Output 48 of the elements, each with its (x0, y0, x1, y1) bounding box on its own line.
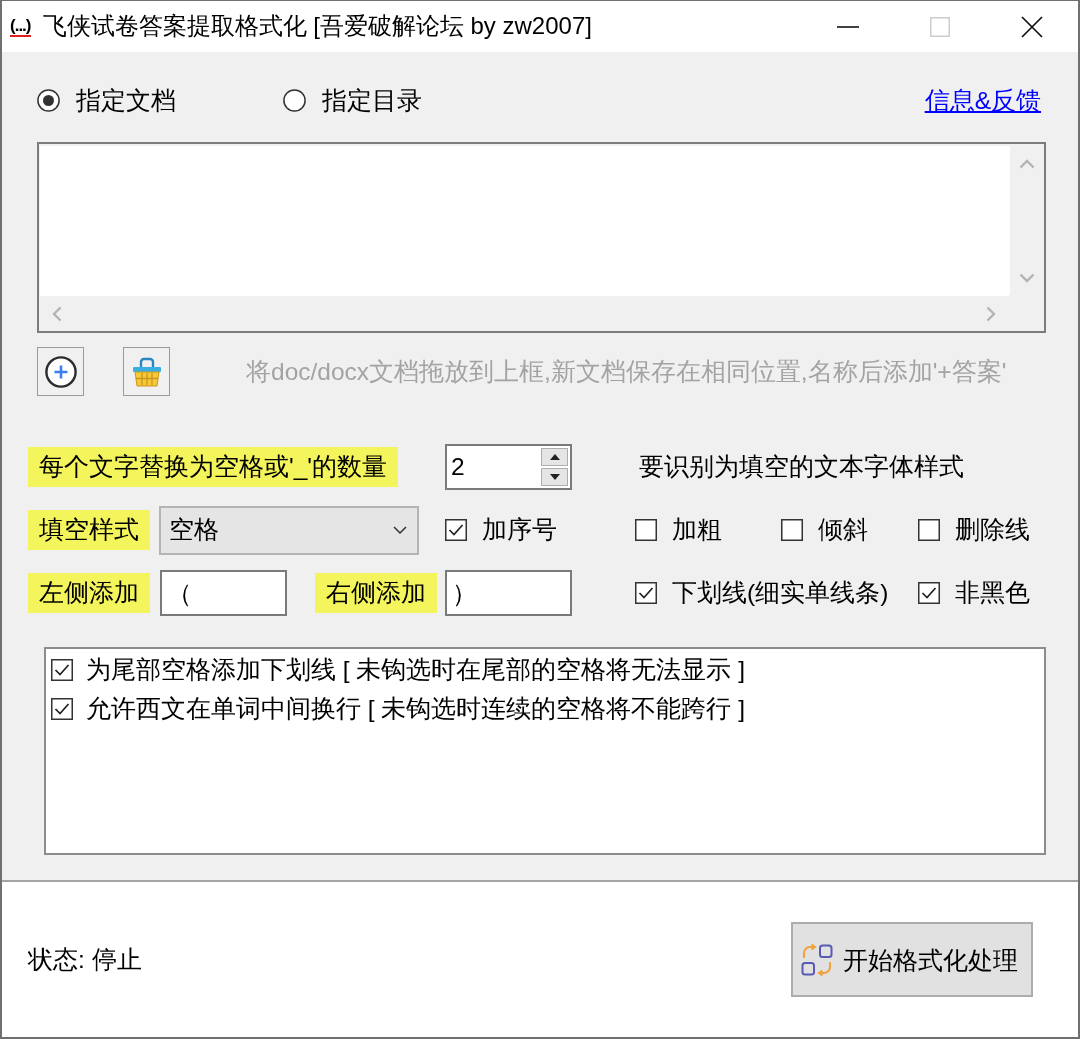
spin-down-button[interactable] (541, 468, 568, 486)
checkbox[interactable] (635, 582, 657, 604)
checkbox[interactable] (51, 658, 73, 681)
radio-label[interactable]: 指定目录 (322, 86, 422, 116)
checkbox-label[interactable]: 加粗 (672, 515, 722, 545)
minimize-icon (837, 25, 859, 28)
checkbox-label[interactable]: 删除线 (955, 515, 1030, 545)
radio-button[interactable] (37, 89, 60, 113)
checkbox-label[interactable]: 非黑色 (955, 578, 1030, 608)
text-field[interactable]: ） (445, 570, 572, 616)
maximize-icon (930, 16, 950, 37)
checkbox-label[interactable]: 为尾部空格添加下划线 [ 未钩选时在尾部的空格将无法显示 ] (86, 654, 746, 685)
checkbox-label[interactable]: 倾斜 (818, 515, 868, 545)
field-label: 每个文字替换为空格或'_'的数量 (28, 447, 398, 487)
close-icon (1021, 15, 1043, 38)
field-label: 左侧添加 (28, 573, 150, 613)
field-label: 填空样式 (28, 510, 150, 550)
hint-text: 将doc/docx文档拖放到上框,新文档保存在相同位置,名称后添加'+答案' (246, 356, 1007, 387)
checkbox-label[interactable]: 加序号 (482, 515, 557, 545)
checkbox-label[interactable]: 下划线(细实单线条) (672, 578, 889, 608)
down-triangle-icon (549, 474, 560, 480)
add-button[interactable] (37, 347, 84, 396)
start-button[interactable]: 开始格式化处理 (791, 922, 1033, 997)
window-title: 飞侠试卷答案提取格式化 [吾爱破解论坛 by zw2007] (42, 12, 592, 41)
checkbox-label[interactable]: 允许西文在单词中间换行 [ 未钩选时连续的空格将不能跨行 ] (86, 693, 746, 724)
checkbox[interactable] (918, 519, 940, 541)
status-text: 状态: 停止 (28, 944, 142, 975)
sync-squares-icon (801, 943, 833, 976)
feedback-link[interactable]: 信息&反馈 (924, 86, 1041, 116)
checkbox[interactable] (635, 519, 657, 541)
basket-icon (130, 355, 163, 388)
number-spinner[interactable]: 2 (445, 444, 572, 490)
checkbox[interactable] (918, 582, 940, 604)
field-label: 右侧添加 (315, 573, 437, 613)
section-heading: 要识别为填空的文本字体样式 (638, 452, 965, 482)
checkbox[interactable] (781, 519, 803, 541)
radio-button[interactable] (283, 89, 306, 113)
radio-label[interactable]: 指定文档 (76, 86, 176, 116)
fill-style-dropdown[interactable]: 空格 (159, 505, 419, 555)
app-logo: (...) (10, 15, 31, 38)
up-triangle-icon (549, 454, 560, 460)
checkbox[interactable] (445, 519, 467, 541)
clear-button[interactable] (123, 347, 170, 396)
spin-up-button[interactable] (541, 448, 568, 466)
plus-circle-icon (44, 355, 77, 388)
chevron-down-icon (393, 526, 407, 534)
text-field[interactable]: （ (160, 570, 287, 616)
checkbox[interactable] (51, 697, 73, 720)
